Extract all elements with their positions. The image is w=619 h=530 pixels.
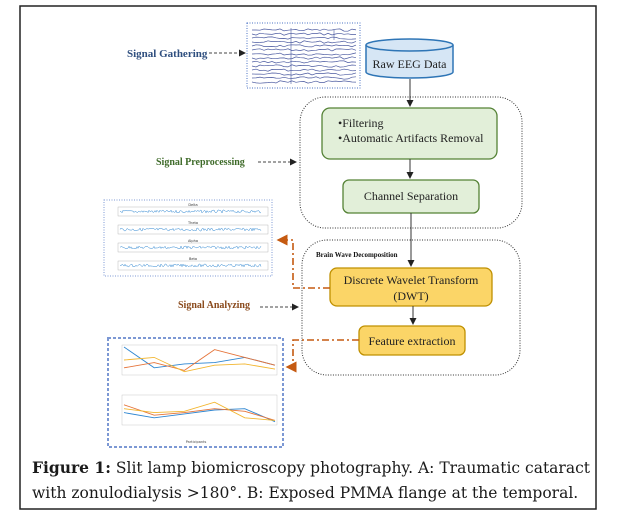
- dwt-to-bands-connector: [276, 234, 330, 289]
- band-title: Alpha: [188, 239, 198, 243]
- pipeline-figure: Signal Gathering Raw EEG Data Signal Pre…: [19, 5, 597, 510]
- dwt-label-line1: Discrete Wavelet Transform: [344, 273, 479, 287]
- wavelet-bands-thumbnail: Delta Theta Alpha Beta: [103, 199, 273, 277]
- signal-preprocessing-label: Signal Preprocessing: [156, 157, 245, 168]
- caption-label: Figure 1:: [32, 458, 111, 477]
- caption-text: Slit lamp biomicroscopy photography. A: …: [32, 459, 590, 502]
- feature-extraction-label: Feature extraction: [369, 334, 456, 348]
- dwt-label-line2: (DWT): [393, 289, 428, 303]
- raw-eeg-data-cylinder: Raw EEG Data: [365, 38, 454, 79]
- feature-to-chart-connector: [285, 339, 359, 373]
- channel-separation-label: Channel Separation: [364, 189, 458, 203]
- artifact-removal-item: •Automatic Artifacts Removal: [338, 131, 484, 145]
- filtering-item: •Filtering: [338, 116, 384, 130]
- raw-eeg-thumbnail: [246, 22, 361, 89]
- chart-xlabel: Participants: [186, 440, 207, 444]
- band-title: Theta: [187, 221, 198, 225]
- band-title: Delta: [188, 203, 197, 207]
- feature-charts-thumbnail: Participants: [107, 337, 284, 448]
- raw-eeg-data-label: Raw EEG Data: [373, 57, 448, 71]
- signal-analyzing-label: Signal Analyzing: [178, 300, 250, 311]
- band-title: Beta: [189, 257, 197, 261]
- figure-caption: Figure 1: Slit lamp biomicroscopy photog…: [32, 455, 592, 506]
- brain-wave-group-label: Brain Wave Decomposition: [316, 251, 398, 259]
- signal-gathering-label: Signal Gathering: [127, 48, 208, 60]
